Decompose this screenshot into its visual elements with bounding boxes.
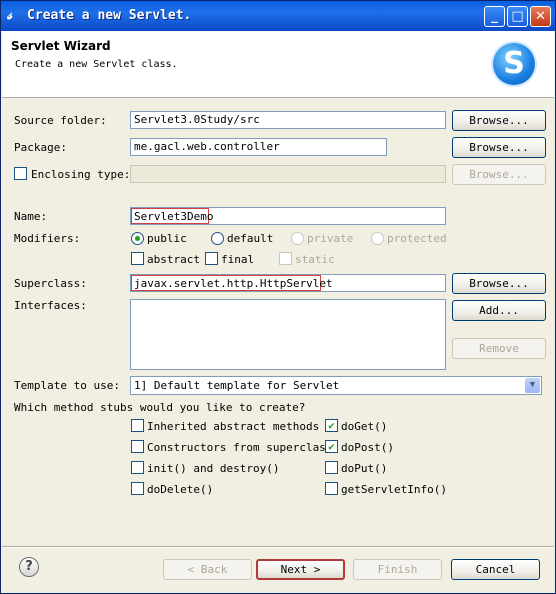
superclass-input[interactable]: javax.servlet.http.HttpServlet — [130, 274, 446, 292]
final-checkbox[interactable] — [205, 252, 218, 265]
remove-interface-button: Remove — [452, 338, 546, 359]
name-label: Name: — [14, 210, 48, 223]
interfaces-list[interactable] — [130, 299, 446, 370]
template-select[interactable]: 1] Default template for Servlet ▼ — [130, 376, 542, 395]
public-radio[interactable] — [131, 232, 144, 245]
template-label: Template to use: — [14, 379, 120, 392]
source-folder-input[interactable]: Servlet3.0Study/src — [130, 111, 446, 129]
private-label: private — [307, 232, 354, 245]
init-destroy-checkbox[interactable] — [131, 461, 144, 474]
source-folder-label: Source folder: — [14, 114, 107, 127]
default-radio[interactable] — [211, 232, 224, 245]
package-label: Package: — [14, 141, 67, 154]
enclosing-type-browse-button: Browse... — [452, 164, 546, 185]
abstract-checkbox[interactable] — [131, 252, 144, 265]
dodelete-label: doDelete() — [147, 483, 214, 496]
eclipse-icon: 𝓈 — [7, 7, 13, 23]
next-button[interactable]: Next > — [256, 559, 345, 580]
constructors-checkbox[interactable] — [131, 440, 144, 453]
enclosing-type-input — [130, 165, 446, 183]
inherited-abstract-checkbox[interactable] — [131, 419, 144, 432]
doput-checkbox[interactable] — [325, 461, 338, 474]
create-servlet-dialog: 𝓈 Create a new Servlet. _ □ ✕ Servlet Wi… — [0, 0, 556, 594]
source-folder-browse-button[interactable]: Browse... — [452, 110, 546, 131]
close-button[interactable]: ✕ — [530, 6, 551, 27]
chevron-down-icon[interactable]: ▼ — [525, 378, 540, 393]
wizard-title: Servlet Wizard — [11, 39, 111, 53]
name-input[interactable]: Servlet3Demo — [130, 207, 446, 225]
protected-radio — [371, 232, 384, 245]
superclass-browse-button[interactable]: Browse... — [452, 273, 546, 294]
enclosing-type-checkbox[interactable] — [14, 167, 27, 180]
wizard-description: Create a new Servlet class. — [15, 59, 178, 70]
stubs-question: Which method stubs would you like to cre… — [14, 401, 306, 414]
enclosing-type-label: Enclosing type: — [31, 168, 131, 181]
constructors-label: Constructors from superclass — [147, 441, 333, 454]
inherited-abstract-label: Inherited abstract methods — [147, 420, 320, 433]
protected-label: protected — [387, 232, 447, 245]
static-checkbox — [279, 252, 292, 265]
name-value: Servlet3Demo — [131, 208, 213, 224]
cancel-button[interactable]: Cancel — [451, 559, 540, 580]
wizard-header: Servlet Wizard Create a new Servlet clas… — [2, 31, 554, 98]
superclass-label: Superclass: — [14, 277, 87, 290]
getservletinfo-label: getServletInfo() — [341, 483, 447, 496]
default-label: default — [227, 232, 274, 245]
footer-divider — [2, 546, 554, 548]
template-value: 1] Default template for Servlet — [134, 379, 340, 392]
init-destroy-label: init() and destroy() — [147, 462, 280, 475]
abstract-label: abstract — [147, 253, 200, 266]
public-label: public — [147, 232, 187, 245]
superclass-value: javax.servlet.http.HttpServlet — [131, 275, 333, 291]
dodelete-checkbox[interactable] — [131, 482, 144, 495]
doget-label: doGet() — [341, 420, 388, 433]
back-button: < Back — [163, 559, 252, 580]
finish-button: Finish — [353, 559, 442, 580]
add-interface-button[interactable]: Add... — [452, 300, 546, 321]
servlet-logo-icon: S — [493, 43, 535, 85]
final-label: final — [221, 253, 255, 266]
help-icon[interactable]: ? — [19, 557, 39, 577]
modifiers-label: Modifiers: — [14, 232, 81, 245]
title-bar[interactable]: 𝓈 Create a new Servlet. _ □ ✕ — [1, 1, 555, 31]
dopost-checkbox[interactable]: ✔ — [325, 440, 338, 453]
package-browse-button[interactable]: Browse... — [452, 137, 546, 158]
getservletinfo-checkbox[interactable] — [325, 482, 338, 495]
maximize-button[interactable]: □ — [507, 6, 528, 27]
minimize-button[interactable]: _ — [484, 6, 505, 27]
interfaces-label: Interfaces: — [14, 299, 87, 312]
private-radio — [291, 232, 304, 245]
window-title: Create a new Servlet. — [27, 8, 192, 23]
package-input[interactable]: me.gacl.web.controller — [130, 138, 387, 156]
dopost-label: doPost() — [341, 441, 394, 454]
static-label: static — [295, 253, 335, 266]
doget-checkbox[interactable]: ✔ — [325, 419, 338, 432]
doput-label: doPut() — [341, 462, 388, 475]
